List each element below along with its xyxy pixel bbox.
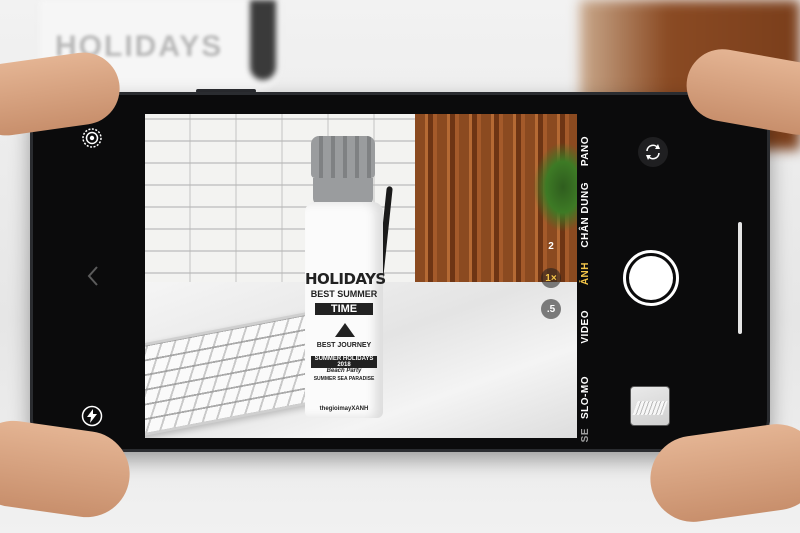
bottle-text-best-journey: BEST JOURNEY: [316, 342, 372, 349]
live-photo-icon[interactable]: [80, 126, 104, 150]
boat-icon: [335, 323, 355, 337]
mode-video[interactable]: VIDEO: [580, 310, 620, 344]
chevron-left-icon[interactable]: [84, 264, 102, 288]
bottle-text-beach-party: Beach Party: [326, 368, 362, 374]
shutter-button[interactable]: [623, 250, 679, 306]
zoom-1x-button[interactable]: 1×: [541, 268, 561, 288]
zoom-2x-button[interactable]: 2: [541, 236, 561, 256]
water-bottle: HOLIDAYS BEST SUMMER TIME BEST JOURNEY S…: [305, 136, 393, 418]
bottle-brand: thegioimayXANH: [319, 406, 369, 412]
camera-viewfinder[interactable]: HOLIDAYS BEST SUMMER TIME BEST JOURNEY S…: [145, 114, 577, 438]
home-indicator[interactable]: [738, 222, 742, 334]
bottle-cap: [311, 136, 375, 178]
mode-photo[interactable]: ẢNH: [580, 262, 620, 285]
zoom-0-5x-button[interactable]: .5: [541, 299, 561, 319]
mode-se[interactable]: SE: [580, 428, 620, 442]
bottle-text-summer-holidays: SUMMER HOLIDAYS 2018: [311, 356, 377, 368]
plant: [533, 142, 577, 232]
last-photo-thumbnail[interactable]: [630, 386, 670, 426]
bottle-text-paradise: SUMMER SEA PARADISE: [313, 376, 375, 382]
bottle-text-best-summer: BEST SUMMER: [310, 289, 378, 299]
bottle-text-holidays: HOLIDAYS: [305, 270, 386, 288]
camera-flip-icon[interactable]: [638, 137, 668, 167]
mode-selector[interactable]: SE SLO-MO VIDEO ẢNH CHÂN DUNG PANO: [580, 110, 620, 442]
bottle-text-time: TIME: [315, 303, 373, 315]
mode-pano[interactable]: PANO: [580, 136, 620, 166]
shutter-inner: [629, 256, 673, 300]
background-mug-handle: [250, 0, 276, 80]
mode-slo-mo[interactable]: SLO-MO: [580, 376, 620, 419]
mode-portrait[interactable]: CHÂN DUNG: [580, 182, 620, 248]
flash-icon[interactable]: [80, 404, 104, 428]
